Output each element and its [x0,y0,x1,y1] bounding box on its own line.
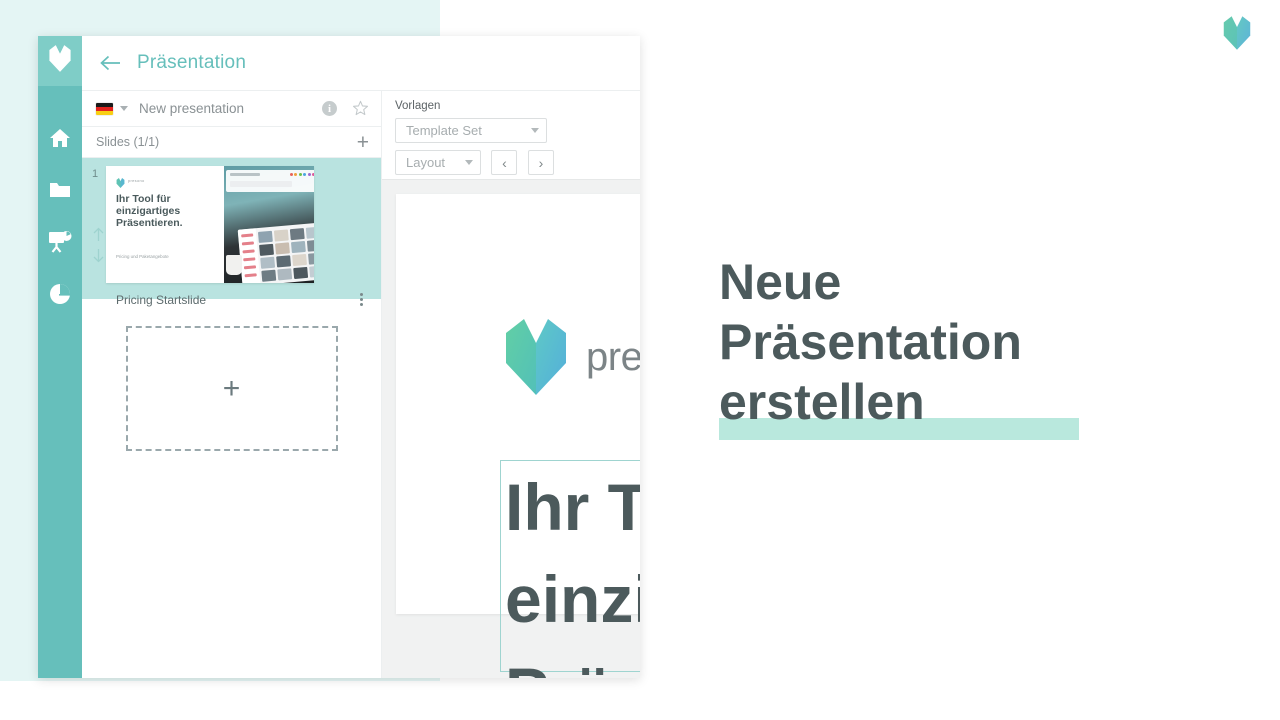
chevron-left-icon: ‹ [502,154,507,171]
headline-line-1: Neue [719,252,1239,312]
canvas-text-3: Präsentieren. [505,654,640,678]
info-icon[interactable]: i [322,101,337,116]
layout-select[interactable]: Layout [395,150,481,175]
canvas-logo-text: presono [586,334,640,379]
headline-line-2: Präsentation [719,312,1239,440]
star-outline-icon[interactable] [352,100,369,117]
headline-block: Neue Präsentation erstellen [719,252,1239,440]
document-row: New presentation i [82,91,381,127]
thumbnail-subtitle: Pricing und Paketangebote [116,254,169,259]
slide-canvas[interactable]: presono Ihr Tool für einzigartiges Präse… [396,194,640,678]
layout-value: Layout [406,155,446,170]
info-glyph: i [322,101,337,116]
canvas-textbox[interactable]: Ihr Tool für einzigartiges Präsentieren. [500,460,640,678]
canvas-logo: presono [502,319,640,395]
sidebar-logo[interactable] [38,36,82,86]
presentation-screen-icon [48,231,72,253]
slides-panel: New presentation i Slides (1/1) + 1 pres… [82,91,382,678]
headline-text-3: erstellen [719,374,925,430]
sidebar-item-presentations[interactable] [47,230,73,254]
arrow-left-icon[interactable] [100,55,121,71]
canvas-text-line-1: Ihr Tool für [501,461,640,553]
kebab-menu-icon[interactable] [356,291,367,308]
plus-icon[interactable]: + [357,132,369,153]
top-bar: Präsentation [82,36,640,91]
template-set-value: Template Set [406,123,482,138]
slides-header: Slides (1/1) + [82,127,381,158]
slide-footer: Pricing Startslide [92,283,371,308]
canvas-text-1: Ihr Tool für [505,470,640,544]
pie-chart-icon [49,283,71,305]
template-set-select[interactable]: Template Set [395,118,547,143]
canvas-text-line-3: Präsentieren. [501,645,640,678]
chevron-right-icon: › [538,154,544,171]
headline-text-1: Neue [719,254,842,310]
editor-pane: Vorlagen Template Set Layout ‹ › pre Ihr… [382,91,640,678]
plus-icon: + [222,371,241,405]
prev-layout-button[interactable]: ‹ [491,150,518,175]
chevron-down-icon [465,160,473,165]
app-window: Präsentation New presentation i Slides (… [38,36,640,678]
folder-icon [49,181,71,199]
arrow-up-icon[interactable] [92,227,105,242]
sidebar-item-files[interactable] [47,178,73,202]
slide-reorder-controls [92,227,105,263]
slide-title[interactable]: Pricing Startslide [116,293,206,307]
presono-logo-icon [502,319,570,395]
slide-number: 1 [92,168,99,180]
arrow-down-icon[interactable] [92,248,105,263]
chevron-down-icon[interactable] [120,106,128,111]
sidebar-item-analytics[interactable] [47,282,73,306]
thumbnail-brand: presono [128,177,145,183]
home-icon [49,128,71,148]
canvas-area: presono Ihr Tool für einzigartiges Präse… [382,180,640,678]
templates-toolbar: Vorlagen Template Set Layout ‹ › [382,91,640,180]
next-layout-button[interactable]: › [527,150,554,175]
page-title: Präsentation [137,52,247,73]
slides-count-label: Slides (1/1) [96,135,160,149]
chevron-down-icon [531,128,539,133]
sidebar-rail [38,36,82,678]
presono-logo-icon [116,175,125,188]
sidebar-item-home[interactable] [47,126,73,150]
screenshot-root: Präsentation New presentation i Slides (… [0,0,1280,720]
templates-label: Vorlagen [395,100,441,112]
document-name[interactable]: New presentation [135,101,315,116]
add-slide-dropzone[interactable]: + [125,326,338,451]
headline-line-3: erstellen [719,372,1239,432]
canvas-text-line-2: einzigartiges [501,553,640,645]
canvas-text-2: einzigartiges [505,562,640,636]
slide-card-selected[interactable]: 1 presono Ihr Tool für einzigartiges Prä… [82,158,381,307]
german-flag-icon[interactable] [96,102,113,115]
thumbnail-title: Ihr Tool für einzigartiges Präsentieren. [116,193,183,229]
slide-thumbnail-text: presono Ihr Tool für einzigartiges Präse… [106,166,224,283]
headline-text-2: Präsentation [719,314,1022,370]
presono-logo-icon [48,45,72,77]
presono-logo-icon [1222,16,1252,50]
slide-thumbnail[interactable]: presono Ihr Tool für einzigartiges Präse… [106,166,314,283]
thumbnail-photo [224,166,314,283]
